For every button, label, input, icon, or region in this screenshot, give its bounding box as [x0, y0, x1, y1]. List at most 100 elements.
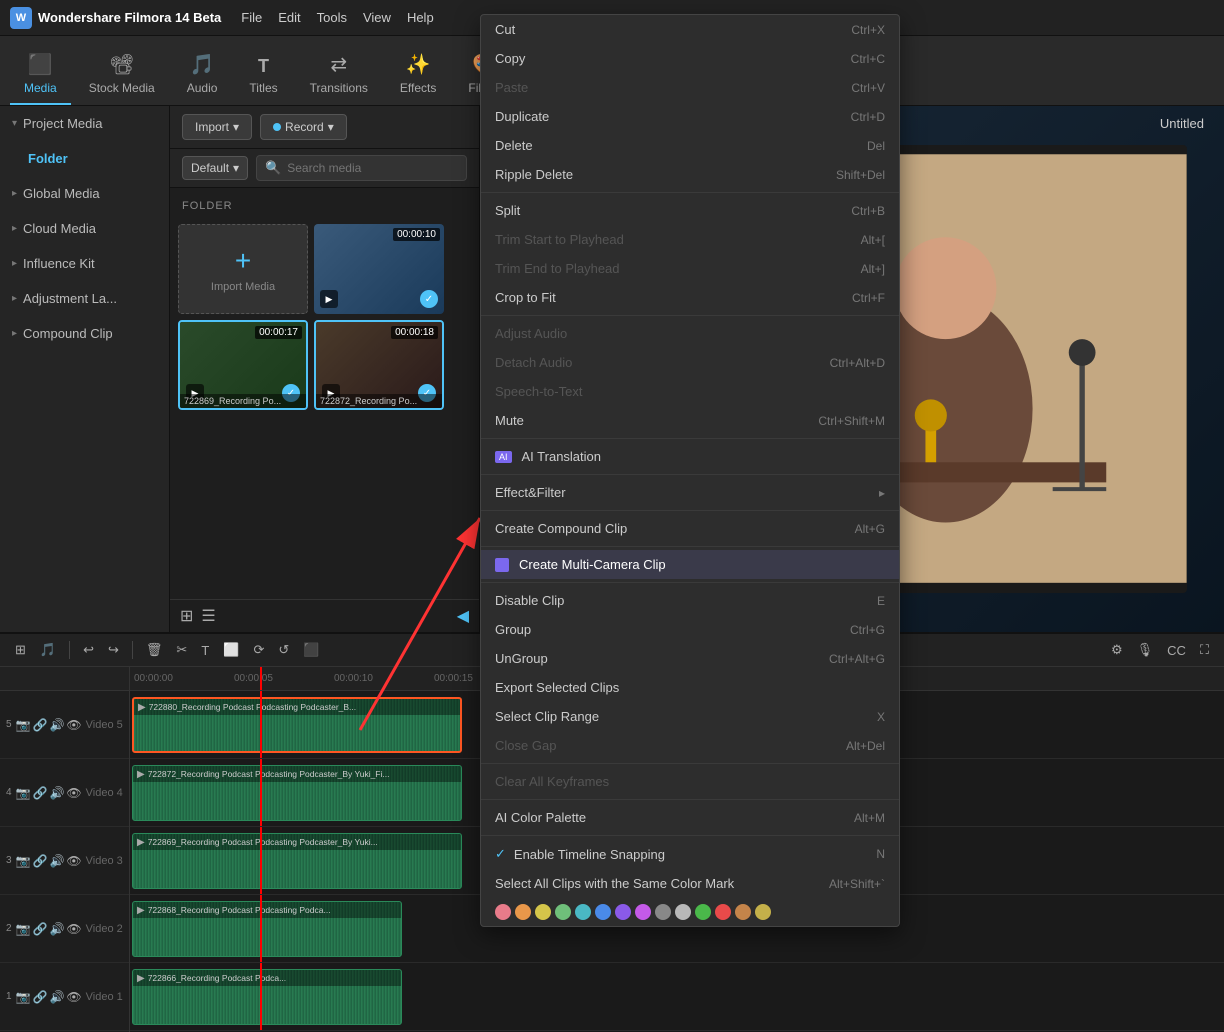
- color-dot-2[interactable]: [515, 904, 531, 920]
- track-eye-icon-4[interactable]: 👁: [66, 786, 81, 800]
- color-dot-9[interactable]: [655, 904, 671, 920]
- sidebar-item-global-media[interactable]: ▸ Global Media: [0, 176, 169, 211]
- color-dot-12[interactable]: [715, 904, 731, 920]
- clip-video2[interactable]: ▶ 722868_Recording Podcast Podcasting Po…: [132, 901, 402, 957]
- color-dot-10[interactable]: [675, 904, 691, 920]
- text-btn[interactable]: T: [196, 640, 214, 661]
- ctx-ai-color[interactable]: AI Color Palette Alt+M: [481, 803, 899, 832]
- color-dot-3[interactable]: [535, 904, 551, 920]
- tl-fullscreen-btn[interactable]: ⛶: [1195, 639, 1214, 661]
- import-media-btn[interactable]: + Import Media: [178, 224, 308, 314]
- color-dot-13[interactable]: [735, 904, 751, 920]
- color-dot-14[interactable]: [755, 904, 771, 920]
- tl-audio-btn[interactable]: 🎵: [35, 639, 61, 661]
- ctx-ungroup[interactable]: UnGroup Ctrl+Alt+G: [481, 644, 899, 673]
- track-camera-icon-1[interactable]: 📷: [16, 990, 31, 1004]
- tl-settings-btn[interactable]: ⚙: [1106, 639, 1128, 661]
- track-camera-icon-4[interactable]: 📷: [16, 786, 31, 800]
- delete-btn[interactable]: 🗑: [141, 639, 168, 661]
- color-dot-1[interactable]: [495, 904, 511, 920]
- sidebar-item-cloud-media[interactable]: ▸ Cloud Media: [0, 211, 169, 246]
- record-button[interactable]: Record ▾: [260, 114, 347, 140]
- ctx-ripple-delete[interactable]: Ripple Delete Shift+Del: [481, 160, 899, 189]
- ctx-cut[interactable]: Cut Ctrl+X: [481, 15, 899, 44]
- tl-captions-btn[interactable]: CC: [1162, 640, 1191, 661]
- color-dot-6[interactable]: [595, 904, 611, 920]
- track-link-icon-1[interactable]: 🔗: [33, 990, 48, 1004]
- ctx-mute[interactable]: Mute Ctrl+Shift+M: [481, 406, 899, 435]
- track-camera-icon-3[interactable]: 📷: [16, 854, 31, 868]
- undo-btn[interactable]: ↩: [78, 639, 99, 661]
- default-dropdown[interactable]: Default ▾: [182, 156, 248, 180]
- color-dot-5[interactable]: [575, 904, 591, 920]
- color-dot-7[interactable]: [615, 904, 631, 920]
- clip-video1[interactable]: ▶ 722866_Recording Podcast Podca...: [132, 969, 402, 1025]
- nav-titles[interactable]: T Titles: [235, 48, 291, 105]
- ctx-create-compound[interactable]: Create Compound Clip Alt+G: [481, 514, 899, 543]
- track-speaker-icon-1[interactable]: 🔊: [49, 990, 64, 1004]
- track-link-icon-3[interactable]: 🔗: [33, 854, 48, 868]
- collapse-btn[interactable]: ◀: [457, 606, 469, 626]
- tl-add-track-btn[interactable]: ⊞: [10, 639, 31, 661]
- ctx-duplicate[interactable]: Duplicate Ctrl+D: [481, 102, 899, 131]
- menu-view[interactable]: View: [363, 10, 391, 25]
- nav-effects[interactable]: ✨ Effects: [386, 44, 450, 105]
- flip-btn[interactable]: ↺: [273, 639, 294, 661]
- media-thumb-2[interactable]: 00:00:17 ▶ ✓ 722869_Recording Po...: [178, 320, 308, 410]
- track-speaker-icon-3[interactable]: 🔊: [49, 854, 64, 868]
- tl-mic-btn[interactable]: 🎙: [1132, 639, 1159, 661]
- import-button[interactable]: Import ▾: [182, 114, 252, 140]
- grid-view-btn[interactable]: ⊞: [180, 606, 193, 626]
- search-input[interactable]: [287, 161, 458, 175]
- menu-file[interactable]: File: [241, 10, 262, 25]
- media-thumb-3[interactable]: 00:00:18 ▶ ✓ 722872_Recording Po...: [314, 320, 444, 410]
- track-camera-icon-5[interactable]: 📷: [16, 718, 31, 732]
- menu-edit[interactable]: Edit: [278, 10, 300, 25]
- ctx-crop[interactable]: Crop to Fit Ctrl+F: [481, 283, 899, 312]
- ctx-copy[interactable]: Copy Ctrl+C: [481, 44, 899, 73]
- list-view-btn[interactable]: ☰: [201, 606, 215, 626]
- track-eye-icon-1[interactable]: 👁: [66, 990, 81, 1004]
- color-dot-4[interactable]: [555, 904, 571, 920]
- clip-video3[interactable]: ▶ 722869_Recording Podcast Podcasting Po…: [132, 833, 462, 889]
- ctx-export-selected[interactable]: Export Selected Clips: [481, 673, 899, 702]
- ctx-delete[interactable]: Delete Del: [481, 131, 899, 160]
- nav-stock-media[interactable]: 📽 Stock Media: [75, 44, 169, 105]
- ctx-ai-translation[interactable]: AI AI Translation: [481, 442, 899, 471]
- ctx-select-clip-range[interactable]: Select Clip Range X: [481, 702, 899, 731]
- track-camera-icon-2[interactable]: 📷: [16, 922, 31, 936]
- clip-video4[interactable]: ▶ 722872_Recording Podcast Podcasting Po…: [132, 765, 462, 821]
- sidebar-item-compound-clip[interactable]: ▸ Compound Clip: [0, 316, 169, 351]
- color-dot-11[interactable]: [695, 904, 711, 920]
- redo-btn[interactable]: ↪: [103, 639, 124, 661]
- track-speaker-icon-2[interactable]: 🔊: [49, 922, 64, 936]
- track-link-icon-4[interactable]: 🔗: [33, 786, 48, 800]
- sidebar-item-folder[interactable]: Folder: [0, 141, 169, 176]
- ctx-disable-clip[interactable]: Disable Clip E: [481, 586, 899, 615]
- ctx-enable-snapping[interactable]: ✓ Enable Timeline Snapping N: [481, 839, 899, 869]
- ctx-create-multicam[interactable]: Create Multi-Camera Clip: [481, 550, 899, 579]
- nav-transitions[interactable]: ⇄ Transitions: [296, 44, 382, 105]
- nav-media[interactable]: ⬛ Media: [10, 44, 71, 105]
- track-link-icon-5[interactable]: 🔗: [33, 718, 48, 732]
- menu-help[interactable]: Help: [407, 10, 434, 25]
- ctx-effect-filter[interactable]: Effect&Filter ▸: [481, 478, 899, 507]
- ctx-group[interactable]: Group Ctrl+G: [481, 615, 899, 644]
- clip-video5[interactable]: ▶ 722880_Recording Podcast Podcasting Po…: [132, 697, 462, 753]
- sidebar-item-influence-kit[interactable]: ▸ Influence Kit: [0, 246, 169, 281]
- track-speaker-icon-5[interactable]: 🔊: [49, 718, 64, 732]
- sidebar-item-project-media[interactable]: ▾ Project Media: [0, 106, 169, 141]
- color-dot-8[interactable]: [635, 904, 651, 920]
- menu-tools[interactable]: Tools: [317, 10, 347, 25]
- sidebar-item-adjustment-layer[interactable]: ▸ Adjustment La...: [0, 281, 169, 316]
- cut-btn[interactable]: ✂: [171, 639, 192, 661]
- track-speaker-icon-4[interactable]: 🔊: [49, 786, 64, 800]
- media-thumb-1[interactable]: 00:00:10 ▶ ✓: [314, 224, 444, 314]
- track-eye-icon-5[interactable]: 👁: [66, 718, 81, 732]
- frame-btn[interactable]: ⬛: [298, 639, 324, 661]
- ctx-select-same-color[interactable]: Select All Clips with the Same Color Mar…: [481, 869, 899, 898]
- track-eye-icon-2[interactable]: 👁: [66, 922, 81, 936]
- track-eye-icon-3[interactable]: 👁: [66, 854, 81, 868]
- crop-btn[interactable]: ⬜: [218, 639, 244, 661]
- nav-audio[interactable]: 🎵 Audio: [173, 44, 232, 105]
